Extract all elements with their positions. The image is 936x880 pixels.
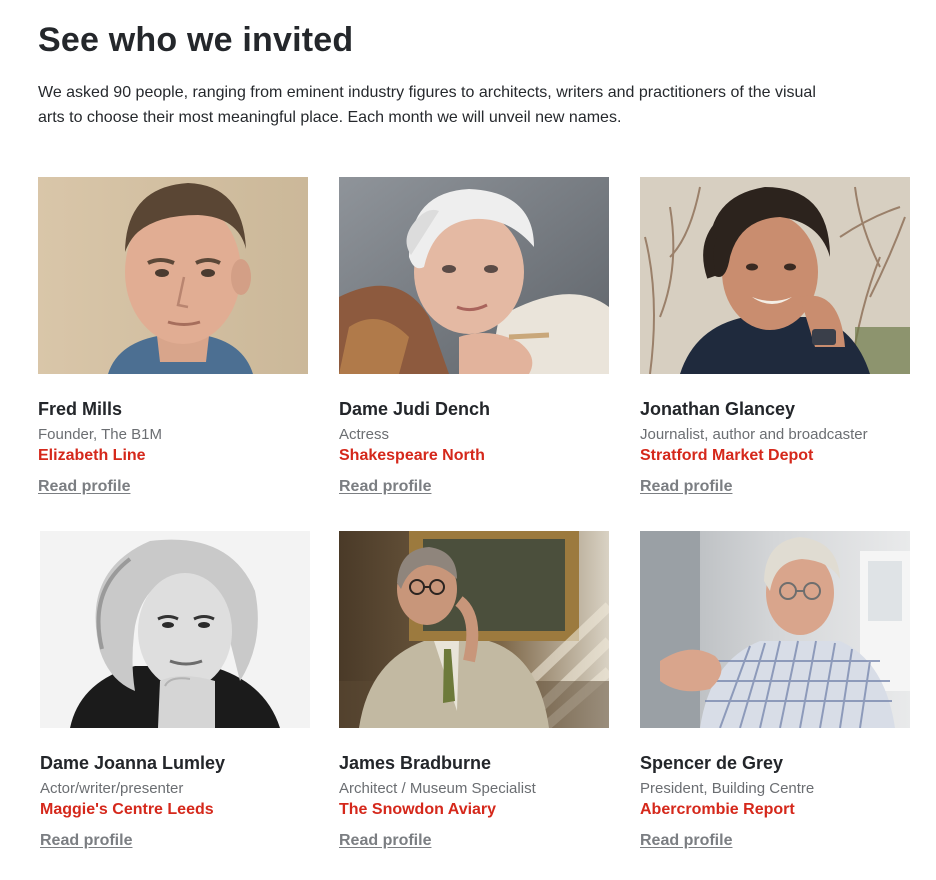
person-role: Founder, The B1M [38,426,162,443]
person-name: Fred Mills [38,399,123,419]
person-card: James Bradburne Architect / Museum Speci… [339,531,610,861]
read-profile-link[interactable]: Read profile [40,831,132,851]
person-role: Actor/writer/presenter [40,780,184,797]
person-name: James Bradburne [339,753,492,773]
person-name: Dame Judi Dench [339,399,491,419]
intro-text: We asked 90 people, ranging from eminent… [38,84,816,126]
person-role: Architect / Museum Specialist [339,780,536,797]
person-card: Dame Joanna Lumley Actor/writer/presente… [40,531,311,861]
portrait-photo [640,177,910,374]
portrait-photo [640,531,910,728]
person-name: Jonathan Glancey [640,399,796,419]
chosen-place: The Snowdon Aviary [339,801,497,818]
person-card: Jonathan Glancey Journalist, author and … [640,177,911,507]
read-profile-link[interactable]: Read profile [339,831,431,851]
person-name: Dame Joanna Lumley [40,753,226,773]
portrait-photo [339,177,609,374]
chosen-place: Stratford Market Depot [640,447,814,464]
read-profile-link[interactable]: Read profile [339,477,431,497]
page-title: See who we invited [38,21,354,59]
person-card: Dame Judi Dench Actress Shakespeare Nort… [339,177,610,507]
person-card: Fred Mills Founder, The B1M Elizabeth Li… [38,177,309,507]
person-name: Spencer de Grey [640,753,784,773]
chosen-place: Shakespeare North [339,447,485,464]
read-profile-link[interactable]: Read profile [640,831,732,851]
read-profile-link[interactable]: Read profile [38,477,130,497]
person-role: Actress [339,426,390,443]
portrait-photo [40,531,310,728]
portrait-photo [339,531,609,728]
portrait-photo [38,177,308,374]
person-role: President, Building Centre [640,780,815,797]
person-card: Spencer de Grey President, Building Cent… [640,531,911,861]
person-role: Journalist, author and broadcaster [640,426,868,443]
chosen-place: Abercrombie Report [640,801,795,818]
chosen-place: Elizabeth Line [38,447,146,464]
read-profile-link[interactable]: Read profile [640,477,732,497]
chosen-place: Maggie's Centre Leeds [40,801,214,818]
